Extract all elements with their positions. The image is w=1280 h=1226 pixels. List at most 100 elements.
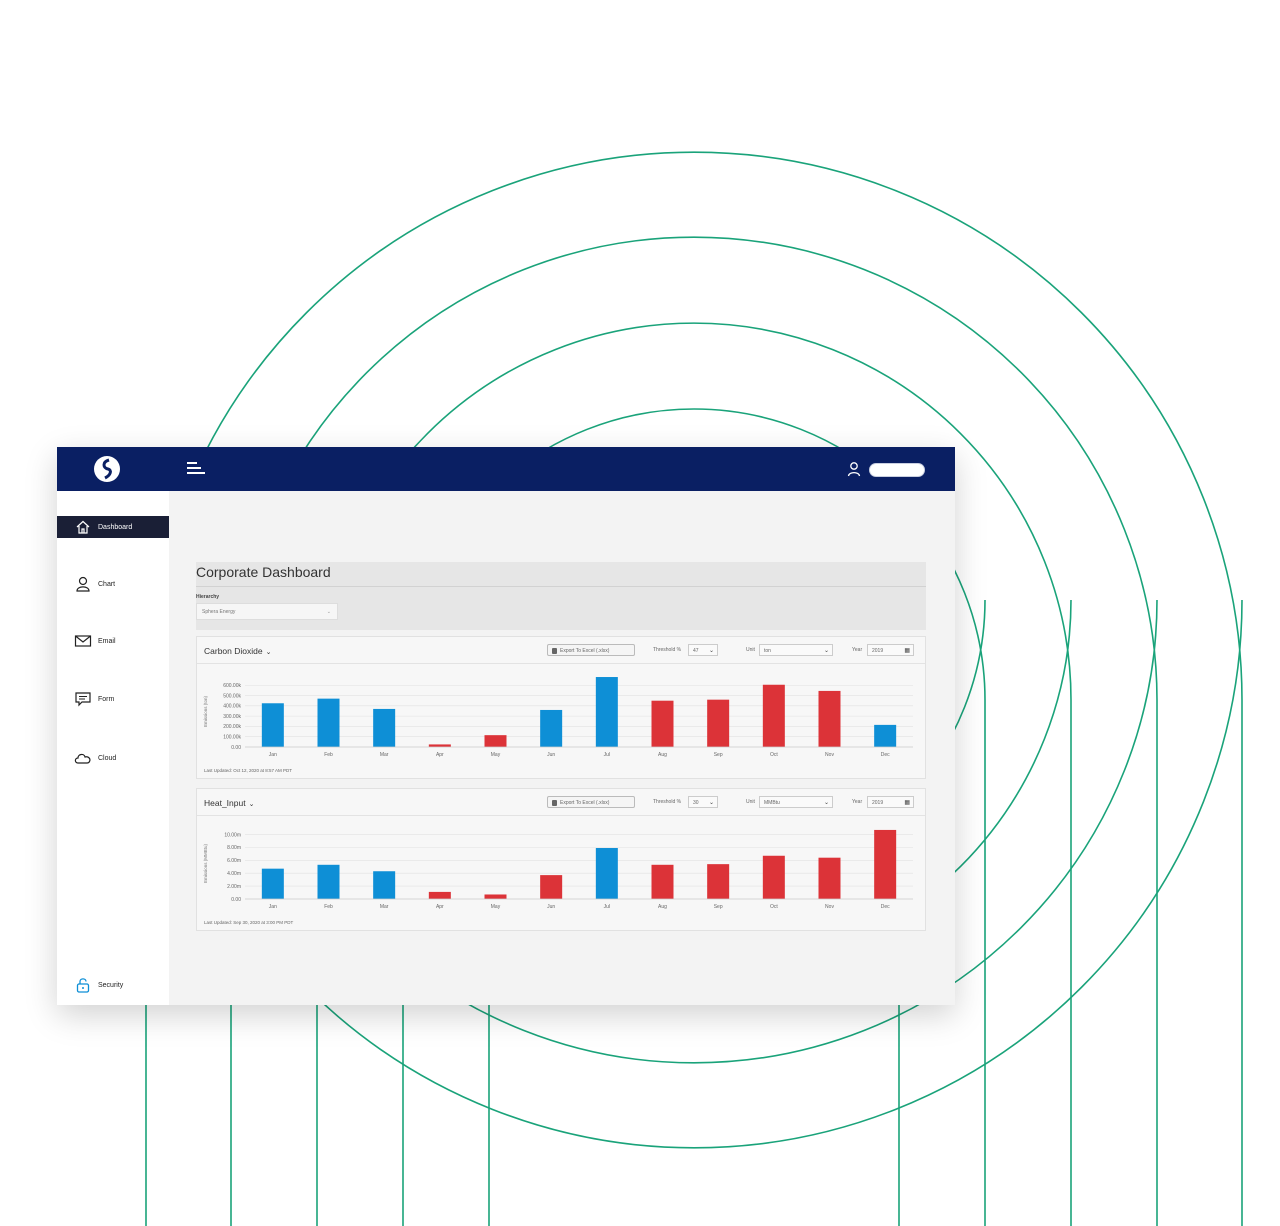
y-tick-label: 2.00m (227, 884, 241, 890)
panel-title-dropdown[interactable]: Carbon Dioxide ⌄ (204, 646, 271, 656)
y-tick-label: 0.00 (231, 897, 241, 903)
sidebar-item-form[interactable]: Form (57, 688, 169, 710)
x-tick-label: Aug (658, 752, 667, 758)
x-tick-label: Apr (436, 904, 444, 910)
bar-jul[interactable] (595, 848, 618, 899)
sidebar-item-label: Form (98, 695, 115, 703)
hierarchy-select[interactable]: Sphera Energy ⌄ (196, 603, 338, 620)
bar-mar[interactable] (373, 708, 396, 747)
sidebar-item-security[interactable]: Security (57, 974, 169, 996)
bar-may[interactable] (484, 735, 507, 747)
home-icon (76, 520, 90, 534)
panel-title-dropdown[interactable]: Heat_Input ⌄ (204, 798, 254, 808)
year-value: 2019 (872, 800, 884, 806)
y-tick-label: 400.00k (223, 704, 241, 710)
bar-sep[interactable] (707, 699, 730, 747)
bar-aug[interactable] (651, 700, 674, 747)
bar-may[interactable] (484, 894, 507, 899)
export-label: Export To Excel (.xlsx) (560, 648, 610, 654)
sidebar-item-dashboard[interactable]: Dashboard (57, 516, 169, 538)
bar-jan[interactable] (261, 868, 284, 899)
page-title: Corporate Dashboard (196, 564, 331, 580)
y-tick-label: 100.00k (223, 735, 241, 741)
sidebar-item-chart[interactable]: Chart (57, 573, 169, 595)
x-tick-label: Apr (436, 752, 444, 758)
x-tick-label: Sep (714, 904, 723, 910)
bar-jul[interactable] (595, 677, 618, 747)
chevron-down-icon: ⌄ (248, 801, 255, 808)
bar-dec[interactable] (874, 724, 897, 747)
chevron-down-icon: ⌄ (265, 649, 272, 656)
bar-oct[interactable] (762, 684, 785, 747)
last-updated: Last Updated: Oct 12, 2020 at 8:57 AM PD… (204, 768, 293, 773)
bar-sep[interactable] (707, 864, 730, 899)
bar-oct[interactable] (762, 855, 785, 899)
unit-select[interactable]: ton ⌄ (759, 644, 833, 656)
y-tick-label: 300.00k (223, 714, 241, 720)
year-input[interactable]: 2019 ▦ (867, 644, 914, 656)
calendar-icon: ▦ (904, 648, 910, 654)
chevron-down-icon: ⌄ (708, 800, 714, 806)
brand-logo[interactable] (94, 456, 120, 482)
bar-dec[interactable] (874, 829, 897, 899)
x-tick-label: May (491, 904, 501, 910)
panel-header: Heat_Input ⌄ Export To Excel (.xlsx) Thre… (197, 789, 925, 816)
chat-icon (75, 692, 91, 707)
sidebar-item-cloud[interactable]: Cloud (57, 747, 169, 769)
x-tick-label: Feb (324, 752, 333, 758)
app-window: Dashboard Chart Email Form Cloud Securit… (57, 447, 955, 1005)
user-menu-pill[interactable] (869, 463, 925, 477)
y-axis-label: Emissions (ton) (203, 695, 208, 727)
sidebar-item-label: Chart (98, 580, 116, 588)
export-excel-button[interactable]: Export To Excel (.xlsx) (547, 796, 635, 808)
x-tick-label: Nov (825, 752, 834, 758)
year-label: Year (852, 799, 863, 805)
bar-nov[interactable] (818, 690, 841, 747)
bar-jan[interactable] (261, 703, 284, 747)
x-tick-label: Jun (547, 752, 555, 758)
threshold-select[interactable]: 30 ⌄ (688, 796, 718, 808)
y-tick-label: 500.00k (223, 693, 241, 699)
chevron-down-icon: ⌄ (326, 609, 331, 615)
bar-apr[interactable] (428, 744, 451, 747)
bar-apr[interactable] (428, 891, 451, 899)
export-excel-button[interactable]: Export To Excel (.xlsx) (547, 644, 635, 656)
carbon-dioxide-bar-chart: 0.00 100.00k 200.00k 300.00k 400.00k 500.00k 6… (203, 677, 913, 758)
sidebar-item-label: Security (98, 981, 124, 989)
hamburger-icon[interactable] (187, 462, 207, 478)
y-tick-label: 10.00m (224, 832, 241, 838)
y-axis-label: Emissions (MMBtu) (203, 844, 208, 884)
cloud-icon (74, 753, 91, 764)
bar-jun[interactable] (540, 875, 563, 899)
sidebar-item-label: Dashboard (98, 523, 133, 531)
x-tick-label: Aug (658, 904, 667, 910)
user-icon[interactable] (846, 461, 862, 477)
bar-jun[interactable] (540, 709, 563, 747)
unit-select[interactable]: MMBtu ⌄ (759, 796, 833, 808)
x-tick-label: Oct (770, 752, 778, 758)
panel-title: Carbon Dioxide (204, 646, 263, 656)
sidebar: Dashboard Chart Email Form Cloud Securit… (57, 491, 169, 1005)
sidebar-item-label: Email (98, 637, 116, 645)
unit-label: Unit (746, 799, 755, 805)
lock-icon (76, 978, 90, 993)
year-input[interactable]: 2019 ▦ (867, 796, 914, 808)
x-tick-label: Jul (604, 752, 610, 758)
bar-feb[interactable] (317, 864, 340, 899)
bar-nov[interactable] (818, 857, 841, 899)
x-tick-label: Mar (380, 752, 389, 758)
bar-feb[interactable] (317, 698, 340, 747)
main-content: Corporate Dashboard Hierarchy Sphera Ene… (169, 491, 955, 1005)
threshold-select[interactable]: 47 ⌄ (688, 644, 718, 656)
database-icon (552, 648, 557, 654)
divider (196, 586, 926, 587)
bar-aug[interactable] (651, 864, 674, 899)
y-tick-label: 4.00m (227, 871, 241, 877)
y-tick-label: 600.00k (223, 683, 241, 689)
sidebar-item-email[interactable]: Email (57, 630, 169, 652)
calendar-icon: ▦ (904, 800, 910, 806)
x-tick-label: Jun (547, 904, 555, 910)
database-icon (552, 800, 557, 806)
bar-mar[interactable] (373, 871, 396, 899)
dashboard-header: Corporate Dashboard Hierarchy Sphera Ene… (196, 562, 926, 630)
